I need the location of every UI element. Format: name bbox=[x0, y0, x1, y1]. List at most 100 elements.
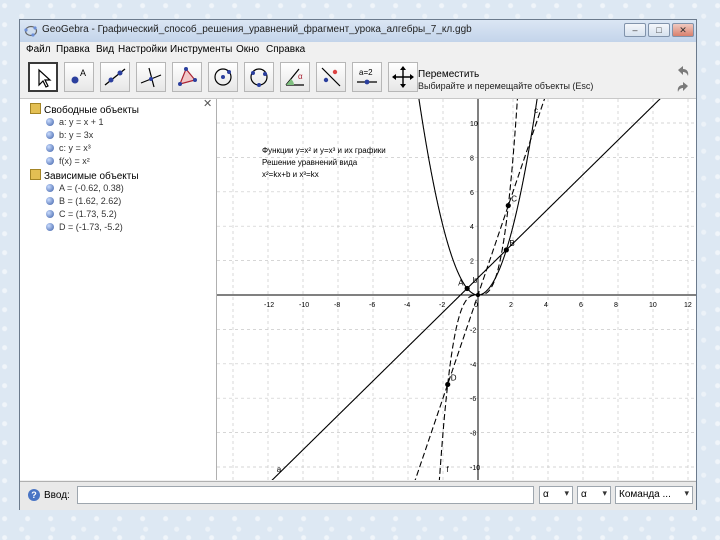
y-tick-label: -8 bbox=[470, 431, 476, 438]
title-bar[interactable]: GeoGebra - Графический_способ_решения_ур… bbox=[20, 20, 696, 43]
visibility-toggle-icon[interactable] bbox=[46, 118, 54, 126]
label-c: c bbox=[534, 106, 538, 115]
free-objects-folder[interactable]: Свободные объекты bbox=[30, 103, 139, 116]
circle-tool-button[interactable] bbox=[208, 62, 238, 92]
algebra-item[interactable]: D = (-1.73, -5.2) bbox=[46, 222, 123, 232]
menu-file[interactable]: Файл bbox=[26, 44, 51, 55]
x-tick-label: 0 bbox=[474, 302, 478, 309]
undo-icon[interactable] bbox=[675, 64, 691, 78]
redo-icon[interactable] bbox=[675, 80, 691, 94]
x-tick-label: -6 bbox=[369, 302, 375, 309]
free-objects-header: Свободные объекты bbox=[44, 105, 139, 116]
y-tick-label: -10 bbox=[470, 465, 480, 472]
minimize-button[interactable]: – bbox=[624, 23, 646, 37]
menu-settings[interactable]: Настройки bbox=[118, 44, 167, 55]
x-tick-label: -4 bbox=[404, 302, 410, 309]
point-C bbox=[505, 202, 511, 209]
maximize-button[interactable]: □ bbox=[648, 23, 670, 37]
visibility-toggle-icon[interactable] bbox=[46, 223, 54, 231]
x-tick-label: 4 bbox=[544, 302, 548, 309]
y-tick-label: 10 bbox=[470, 121, 478, 128]
algebra-item-text: A = (-0.62, 0.38) bbox=[59, 183, 124, 193]
x-tick-label: -8 bbox=[334, 302, 340, 309]
move-graphics-tool-button[interactable] bbox=[388, 62, 418, 92]
folder-icon bbox=[30, 103, 41, 114]
algebra-item[interactable]: b: y = 3x bbox=[46, 130, 93, 140]
svg-text:A: A bbox=[80, 68, 86, 78]
greek-combo[interactable]: α ▾ bbox=[577, 486, 611, 504]
algebra-item-text: C = (1.73, 5.2) bbox=[59, 209, 117, 219]
point-A bbox=[464, 285, 470, 292]
geogebra-window: GeoGebra - Графический_способ_решения_ур… bbox=[19, 19, 697, 510]
visibility-toggle-icon[interactable] bbox=[46, 157, 54, 165]
perpendicular-tool-icon bbox=[140, 67, 162, 88]
visibility-toggle-icon[interactable] bbox=[46, 144, 54, 152]
tool-help-description: Выбирайте и перемещайте объекты (Esc) bbox=[418, 81, 594, 91]
slider-tool-button[interactable]: a=2 bbox=[352, 62, 382, 92]
input-field[interactable] bbox=[77, 486, 534, 504]
x-tick-label: 6 bbox=[579, 302, 583, 309]
algebra-item[interactable]: f(x) = x² bbox=[46, 156, 90, 166]
visibility-toggle-icon[interactable] bbox=[46, 184, 54, 192]
symbol-combo[interactable]: α ▾ bbox=[539, 486, 573, 504]
annotation-line: Функции y=x² и y=x³ и их графики bbox=[262, 146, 386, 155]
angle-tool-button[interactable]: α bbox=[280, 62, 310, 92]
y-tick-label: 2 bbox=[470, 259, 474, 266]
menu-help[interactable]: Справка bbox=[266, 44, 305, 55]
y-tick-label: -2 bbox=[470, 327, 476, 334]
circle-three-points-tool-icon bbox=[250, 68, 268, 87]
menu-window[interactable]: Окно bbox=[236, 44, 259, 55]
point-B bbox=[503, 247, 509, 253]
dependent-objects-folder[interactable]: Зависимые объекты bbox=[30, 169, 139, 182]
visibility-toggle-icon[interactable] bbox=[46, 210, 54, 218]
point-tool-button[interactable]: A bbox=[64, 62, 94, 92]
close-algebra-view-icon[interactable]: ✕ bbox=[203, 97, 212, 110]
algebra-item-text: a: y = x + 1 bbox=[59, 117, 104, 127]
circle-tool-icon bbox=[214, 68, 232, 86]
algebra-item[interactable]: a: y = x + 1 bbox=[46, 117, 104, 127]
line-b bbox=[414, 99, 546, 480]
symbol-combo-value: α bbox=[543, 489, 549, 500]
menu-tools[interactable]: Инструменты bbox=[170, 44, 232, 55]
close-button[interactable]: ✕ bbox=[672, 23, 694, 37]
algebra-item-text: b: y = 3x bbox=[59, 130, 94, 140]
perpendicular-tool-button[interactable] bbox=[136, 62, 166, 92]
y-tick-label: -4 bbox=[470, 362, 476, 369]
move-graphics-tool-icon bbox=[392, 66, 414, 88]
reflect-tool-button[interactable] bbox=[316, 62, 346, 92]
menu-edit[interactable]: Правка bbox=[56, 44, 90, 55]
x-tick-label: -2 bbox=[439, 302, 445, 309]
algebra-item[interactable]: c: y = x³ bbox=[46, 143, 91, 153]
line-tool-icon bbox=[104, 68, 126, 86]
new-point-tool-icon: A bbox=[71, 68, 86, 84]
command-combo[interactable]: Команда ... ▾ bbox=[615, 486, 693, 504]
x-tick-label: -10 bbox=[299, 302, 309, 309]
point-D bbox=[445, 381, 451, 388]
x-tick-label: 2 bbox=[509, 302, 513, 309]
move-tool-button[interactable] bbox=[28, 62, 58, 92]
annotation-line: x²=kx+b и x³=kx bbox=[262, 170, 319, 179]
folder-icon bbox=[30, 169, 41, 180]
visibility-toggle-icon[interactable] bbox=[46, 131, 54, 139]
input-help-icon[interactable]: ? bbox=[28, 489, 40, 501]
reflect-tool-icon bbox=[321, 67, 341, 87]
line-tool-button[interactable] bbox=[100, 62, 130, 92]
point-label-D: D bbox=[451, 373, 457, 382]
chevron-down-icon: ▾ bbox=[602, 488, 607, 498]
geogebra-logo-icon bbox=[24, 25, 38, 37]
y-tick-label: -6 bbox=[470, 396, 476, 403]
svg-text:α: α bbox=[298, 72, 303, 81]
polygon-tool-icon bbox=[178, 67, 197, 86]
point-label-B: B bbox=[509, 239, 514, 248]
graphics-view[interactable]: -12 -10 -8 -6 -4 -2 0 2 4 6 8 10 12 10 8 6 4 2 -2 -4 -6 -8 -10… bbox=[217, 99, 696, 480]
visibility-toggle-icon[interactable] bbox=[46, 197, 54, 205]
polygon-tool-button[interactable] bbox=[172, 62, 202, 92]
algebra-item[interactable]: C = (1.73, 5.2) bbox=[46, 209, 117, 219]
graphics-canvas[interactable]: -12 -10 -8 -6 -4 -2 0 2 4 6 8 10 12 10 8 6 4 2 -2 -4 -6 -8 -10… bbox=[217, 99, 696, 480]
y-tick-label: 4 bbox=[470, 224, 474, 231]
algebra-item[interactable]: A = (-0.62, 0.38) bbox=[46, 183, 124, 193]
toolbar: A α a=2 bbox=[20, 58, 696, 99]
circle-three-points-tool-button[interactable] bbox=[244, 62, 274, 92]
menu-view[interactable]: Вид bbox=[96, 44, 114, 55]
algebra-item[interactable]: B = (1.62, 2.62) bbox=[46, 196, 121, 206]
